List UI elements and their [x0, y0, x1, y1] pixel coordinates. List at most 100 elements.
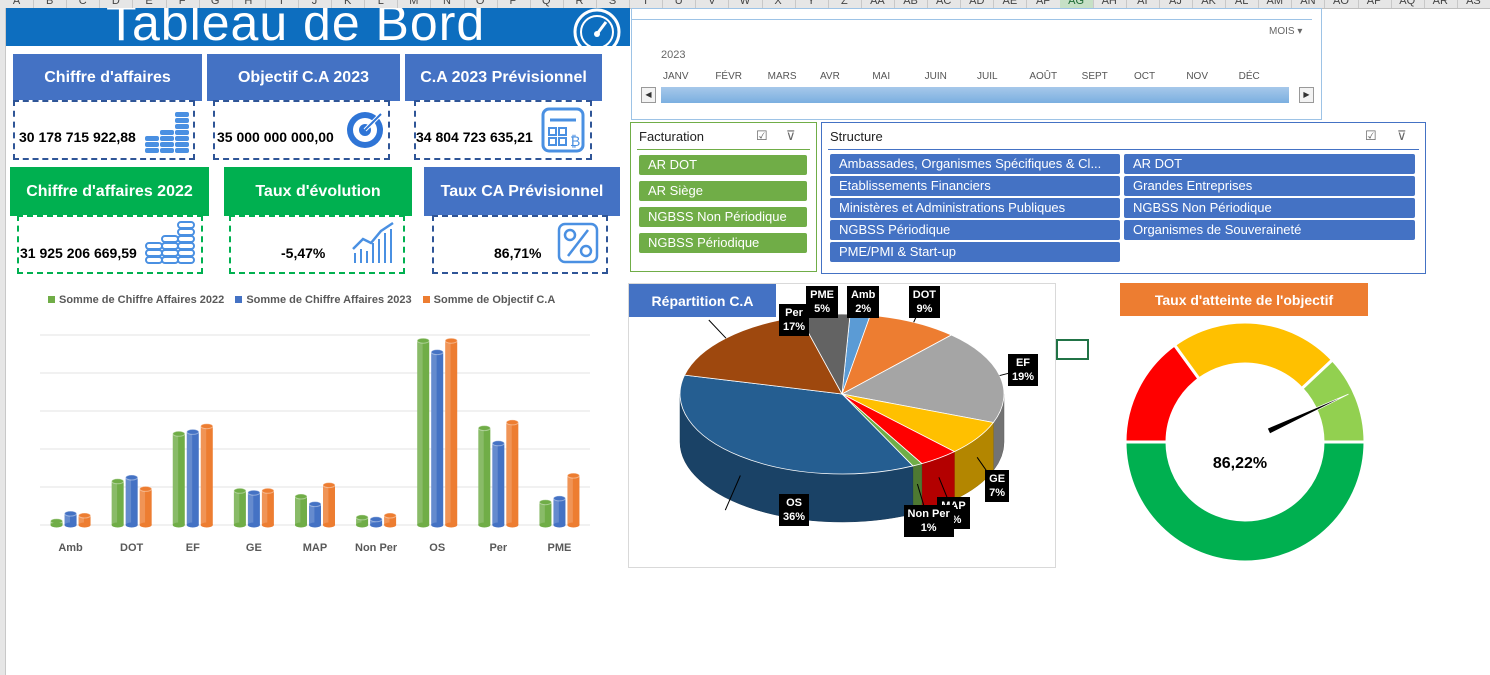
column-header[interactable]: M — [397, 0, 432, 8]
column-header[interactable]: R — [563, 0, 597, 8]
bar — [233, 487, 247, 528]
kpi-taux-prev-header: Taux CA Prévisionnel — [424, 167, 620, 216]
column-header[interactable]: G — [199, 0, 233, 8]
timeline-slicer[interactable]: MOIS ▾ 2023 JANV FÉVR MARS AVR MAI JUIN JUIL AO… — [631, 8, 1322, 120]
column-header[interactable]: J — [298, 0, 333, 8]
structure-item[interactable]: NGBSS Non Périodique — [1124, 198, 1415, 218]
column-header[interactable]: AD — [960, 0, 995, 8]
timeline-scroll-left-button[interactable]: ◀ — [641, 87, 656, 103]
multi-select-icon[interactable]: ☑ — [756, 128, 768, 144]
kpi-evolution-box: -5,47% — [229, 215, 405, 274]
kpi-objectif-value: 35 000 000 000,00 — [217, 129, 334, 145]
column-header[interactable]: O — [464, 0, 498, 8]
timeline-month-label[interactable]: NOV — [1186, 71, 1208, 82]
kpi-taux-prev-value: 86,71% — [494, 245, 542, 261]
column-header[interactable]: AA — [861, 0, 895, 8]
column-header[interactable]: E — [132, 0, 167, 8]
facturation-item[interactable]: AR Siège — [639, 181, 807, 201]
column-header[interactable]: AK — [1192, 0, 1227, 8]
column-header[interactable]: AO — [1324, 0, 1359, 8]
facturation-slicer-title: Facturation — [639, 129, 705, 144]
column-header[interactable]: U — [662, 0, 697, 8]
column-header[interactable]: A — [0, 0, 35, 8]
column-header[interactable]: F — [166, 0, 200, 8]
bar-chart-legend: Somme de Chiffre Affaires 2022 Somme de … — [40, 294, 600, 310]
column-header[interactable]: X — [762, 0, 796, 8]
structure-item[interactable]: Etablissements Financiers — [830, 176, 1120, 196]
kpi-previsionnel-value: 34 804 723 635,21 — [416, 129, 533, 145]
timeline-month-label[interactable]: AOÛT — [1029, 71, 1057, 82]
legend-label-2023: Somme de Chiffre Affaires 2023 — [246, 294, 412, 306]
column-header[interactable]: B — [33, 0, 68, 8]
column-header[interactable]: AR — [1424, 0, 1458, 8]
bar — [247, 489, 261, 528]
facturation-item[interactable]: NGBSS Périodique — [639, 233, 807, 253]
bar-chart-category-label: Non Per — [355, 542, 398, 554]
column-header[interactable]: T — [629, 0, 664, 8]
column-header[interactable]: Y — [795, 0, 829, 8]
column-header[interactable]: Z — [828, 0, 862, 8]
clear-filter-icon[interactable]: ⊽ — [786, 128, 796, 144]
timeline-month-label[interactable]: FÉVR — [715, 71, 742, 82]
selected-cell[interactable] — [1056, 339, 1089, 360]
column-header[interactable]: AB — [894, 0, 929, 8]
timeline-month-label[interactable]: DÉC — [1239, 71, 1260, 82]
facturation-item[interactable]: NGBSS Non Périodique — [639, 207, 807, 227]
column-header[interactable]: AQ — [1391, 0, 1425, 8]
timeline-month-label[interactable]: SEPT — [1082, 71, 1108, 82]
column-header[interactable]: AI — [1126, 0, 1160, 8]
structure-item[interactable]: Grandes Entreprises — [1124, 176, 1415, 196]
column-header[interactable]: N — [430, 0, 465, 8]
structure-item[interactable]: NGBSS Périodique — [830, 220, 1120, 240]
structure-item[interactable]: Ministères et Administrations Publiques — [830, 198, 1120, 218]
column-header[interactable]: V — [695, 0, 730, 8]
svg-text:₿: ₿ — [570, 134, 580, 150]
timeline-range-bar[interactable] — [661, 87, 1289, 103]
column-header[interactable]: S — [596, 0, 631, 8]
column-header[interactable]: AL — [1225, 0, 1260, 8]
timeline-month-label[interactable]: JUIL — [977, 71, 998, 82]
bar — [444, 337, 458, 528]
pie-data-label: OS 36% — [779, 494, 810, 527]
column-header[interactable]: AP — [1358, 0, 1392, 8]
structure-item[interactable]: PME/PMI & Start-up — [830, 242, 1120, 262]
column-header[interactable]: Q — [530, 0, 564, 8]
column-header[interactable]: AE — [993, 0, 1028, 8]
timeline-period-selector[interactable]: MOIS ▾ — [1269, 26, 1302, 37]
structure-item[interactable]: Organismes de Souveraineté — [1124, 220, 1415, 240]
kpi-ca2022-box: 31 925 206 669,59 — [17, 215, 203, 274]
column-header[interactable]: W — [728, 0, 763, 8]
timeline-scroll-right-button[interactable]: ▶ — [1299, 87, 1314, 103]
column-header[interactable]: K — [331, 0, 366, 8]
column-header[interactable]: H — [232, 0, 266, 8]
column-header[interactable]: AM — [1258, 0, 1293, 8]
pie-data-label: EF 19% — [1007, 353, 1039, 386]
kpi-ca-value: 30 178 715 922,88 — [19, 129, 136, 145]
pie-chart-panel: Répartition C.A Amb 2%DOT 9%EF 19%GE 7%M… — [628, 283, 1056, 568]
structure-item[interactable]: Ambassades, Organismes Spécifiques & Cl.… — [830, 154, 1120, 174]
column-header[interactable]: AJ — [1159, 0, 1193, 8]
kpi-ca2022-header: Chiffre d'affaires 2022 — [10, 167, 209, 216]
timeline-month-label[interactable]: MAI — [872, 71, 890, 82]
column-header[interactable]: C — [66, 0, 101, 8]
column-header[interactable]: AF — [1026, 0, 1061, 8]
column-header[interactable]: D — [99, 0, 134, 8]
timeline-month-label[interactable]: JUIN — [925, 71, 947, 82]
column-header[interactable]: AH — [1093, 0, 1127, 8]
structure-item[interactable]: AR DOT — [1124, 154, 1415, 174]
timeline-month-label[interactable]: AVR — [820, 71, 840, 82]
multi-select-icon[interactable]: ☑ — [1365, 128, 1377, 144]
bar-chart-category-label: Per — [489, 542, 507, 554]
facturation-item[interactable]: AR DOT — [639, 155, 807, 175]
column-header[interactable]: AS — [1457, 0, 1490, 8]
timeline-month-label[interactable]: OCT — [1134, 71, 1155, 82]
column-header[interactable]: P — [497, 0, 531, 8]
column-header[interactable]: I — [265, 0, 299, 8]
column-header[interactable]: L — [364, 0, 399, 8]
clear-filter-icon[interactable]: ⊽ — [1397, 128, 1407, 144]
column-header[interactable]: AN — [1291, 0, 1326, 8]
column-header[interactable]: AC — [927, 0, 962, 8]
facturation-slicer: Facturation ☑ ⊽ AR DOT AR Siège NGBSS No… — [630, 122, 817, 272]
timeline-month-label[interactable]: JANV — [663, 71, 689, 82]
timeline-month-label[interactable]: MARS — [768, 71, 797, 82]
